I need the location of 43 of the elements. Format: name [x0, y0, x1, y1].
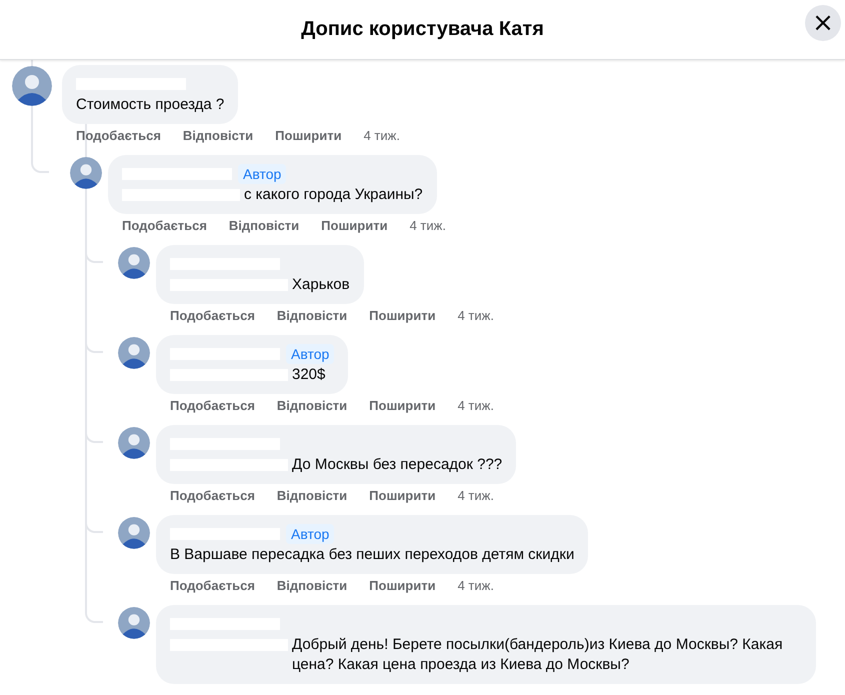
- avatar-icon[interactable]: [118, 427, 150, 459]
- comment-action-link[interactable]: Подобається: [170, 308, 255, 323]
- close-button[interactable]: ×: [805, 5, 841, 41]
- comment-action-link[interactable]: Поширити: [369, 308, 436, 323]
- comment-time[interactable]: 4 тиж.: [458, 398, 494, 413]
- comment-time[interactable]: 4 тиж.: [364, 128, 400, 143]
- comment-action-link[interactable]: Відповісти: [182, 128, 254, 143]
- comment-text: Стоимость проезда ?: [76, 95, 224, 115]
- comment-text: Добрый день! Берете посылки(бандероль)из Киева до Москвы? Какая цена? Какая цена проезда из Киева до Москвы?: [292, 635, 784, 675]
- comment-action-link[interactable]: Поширити: [369, 398, 436, 413]
- comment-action-link[interactable]: Відповісти: [276, 578, 348, 593]
- comment-action-link[interactable]: Подобається: [170, 488, 255, 503]
- comment-text: В Варшаве пересадка без пеших переходов детям скидки: [170, 545, 574, 565]
- author-badge: Автор: [238, 164, 286, 184]
- comment-text: с какого города Украины?: [244, 185, 423, 205]
- comment-action-link[interactable]: Поширити: [275, 128, 342, 143]
- comment-text: 320$: [292, 365, 326, 385]
- comment-action-link[interactable]: Відповісти: [276, 308, 348, 323]
- dialog-title: Допис користувача Катя: [301, 18, 544, 41]
- comment-text: Харьков: [292, 275, 350, 295]
- comment-action-link[interactable]: Подобається: [122, 218, 207, 233]
- avatar-icon[interactable]: [12, 66, 52, 106]
- comment-time[interactable]: 4 тиж.: [458, 488, 494, 503]
- comment-time[interactable]: 4 тиж.: [458, 578, 494, 593]
- comment-action-link[interactable]: Поширити: [369, 578, 436, 593]
- comment-action-link[interactable]: Відповісти: [276, 488, 348, 503]
- comment-action-link[interactable]: Подобається: [76, 128, 161, 143]
- avatar-icon[interactable]: [118, 247, 150, 279]
- comment-time[interactable]: 4 тиж.: [410, 218, 446, 233]
- comment-action-link[interactable]: Поширити: [321, 218, 388, 233]
- avatar-icon[interactable]: [118, 517, 150, 549]
- avatar-icon[interactable]: [118, 337, 150, 369]
- avatar-icon[interactable]: [70, 157, 102, 189]
- comment-action-link[interactable]: Відповісти: [228, 218, 300, 233]
- author-badge: Автор: [286, 344, 334, 364]
- avatar-icon[interactable]: [118, 607, 150, 639]
- comment-action-link[interactable]: Подобається: [170, 578, 255, 593]
- author-badge: Автор: [286, 524, 334, 544]
- comment-action-link[interactable]: Подобається: [170, 398, 255, 413]
- comment-action-link[interactable]: Відповісти: [276, 398, 348, 413]
- comment-time[interactable]: 4 тиж.: [458, 308, 494, 323]
- comment-action-link[interactable]: Поширити: [369, 488, 436, 503]
- comment-text: До Москвы без пересадок ???: [292, 455, 502, 475]
